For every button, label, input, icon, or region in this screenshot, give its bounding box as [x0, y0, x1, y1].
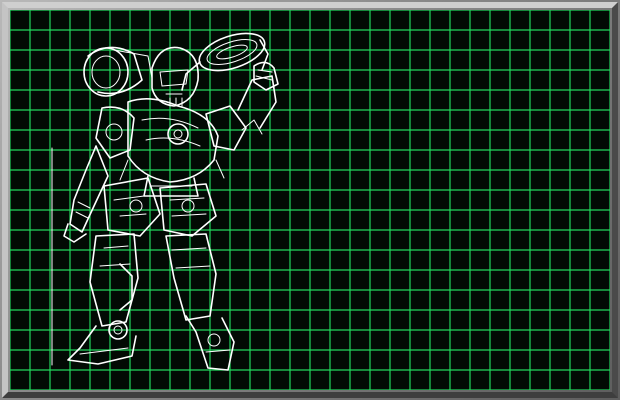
- mech-torso: [127, 98, 219, 197]
- mech-hips: [103, 177, 217, 237]
- mech-right-leg: [165, 233, 235, 371]
- mech-left-leg: [67, 233, 139, 365]
- mech-right-arm: [205, 61, 279, 151]
- thruster-pod-left: [83, 46, 153, 97]
- mech-left-arm: [63, 106, 135, 243]
- monitor-frame: [0, 0, 620, 400]
- blueprint-screen: [10, 10, 610, 390]
- thruster-pod-right: [181, 32, 269, 91]
- mech-line-drawing: [51, 32, 279, 371]
- mech-head: [151, 46, 199, 107]
